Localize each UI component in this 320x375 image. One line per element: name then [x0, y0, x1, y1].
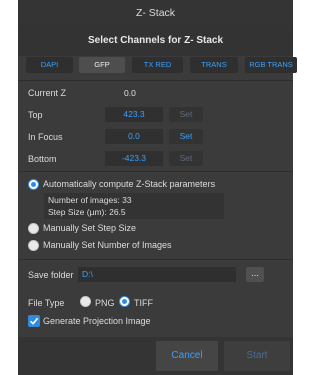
channel-button-row: DAPI GFP TX RED TRANS RGB TRANS — [26, 57, 301, 75]
in-focus-value-field[interactable]: 0.0 — [105, 129, 163, 144]
manual-number-images-label: Manually Set Number of Images — [43, 240, 172, 250]
save-folder-input[interactable]: D:\ — [78, 267, 236, 282]
in-focus-set-button[interactable]: Set — [169, 129, 203, 144]
generate-projection-label: Generate Projection Image — [43, 316, 151, 326]
tiff-radio[interactable] — [119, 296, 130, 307]
bottom-set-button[interactable]: Set — [169, 151, 203, 166]
channel-button-tx-red[interactable]: TX RED — [132, 57, 183, 73]
zstack-window: Z- Stack Select Channels for Z- Stack DA… — [18, 0, 297, 375]
window-title: Z- Stack — [18, 0, 293, 26]
auto-compute-radio[interactable] — [28, 179, 39, 190]
png-label: PNG — [95, 298, 115, 308]
current-z-label: Current Z — [28, 88, 67, 98]
divider — [18, 80, 293, 81]
channel-button-dapi[interactable]: DAPI — [26, 57, 73, 73]
channel-button-gfp[interactable]: GFP — [79, 57, 125, 73]
tiff-label: TIFF — [134, 298, 153, 308]
in-focus-label: In Focus — [28, 132, 63, 142]
file-type-label: File Type — [28, 298, 65, 308]
divider — [18, 171, 293, 172]
manual-step-size-label: Manually Set Step Size — [43, 223, 137, 233]
channel-selection-heading: Select Channels for Z- Stack — [18, 26, 293, 56]
cancel-button[interactable]: Cancel — [156, 341, 218, 371]
manual-step-size-radio[interactable] — [28, 223, 39, 234]
auto-compute-label: Automatically compute Z-Stack parameters — [43, 179, 216, 189]
manual-number-images-radio[interactable] — [28, 240, 39, 251]
bottom-value-field[interactable]: -423.3 — [105, 151, 163, 166]
step-size-text: Step Size (µm): 26.5 — [48, 207, 126, 217]
checkmark-icon — [29, 317, 39, 325]
bottom-label: Bottom — [28, 154, 57, 164]
png-radio[interactable] — [80, 296, 91, 307]
top-label: Top — [28, 110, 43, 120]
top-set-button[interactable]: Set — [169, 107, 203, 122]
channel-button-trans[interactable]: TRANS — [190, 57, 238, 73]
number-of-images-text: Number of images: 33 — [48, 195, 132, 205]
start-button[interactable]: Start — [224, 341, 290, 371]
browse-folder-button[interactable]: ... — [246, 267, 264, 282]
save-folder-label: Save folder — [28, 270, 74, 280]
top-value-field[interactable]: 423.3 — [105, 107, 163, 122]
action-bar: Cancel Start — [18, 337, 293, 375]
divider — [18, 259, 293, 260]
generate-projection-checkbox[interactable] — [28, 315, 40, 327]
current-z-value: 0.0 — [124, 88, 136, 98]
computed-parameters-box: Number of images: 33 Step Size (µm): 26.… — [44, 193, 224, 219]
channel-button-rgb-trans[interactable]: RGB TRANS — [245, 57, 297, 73]
